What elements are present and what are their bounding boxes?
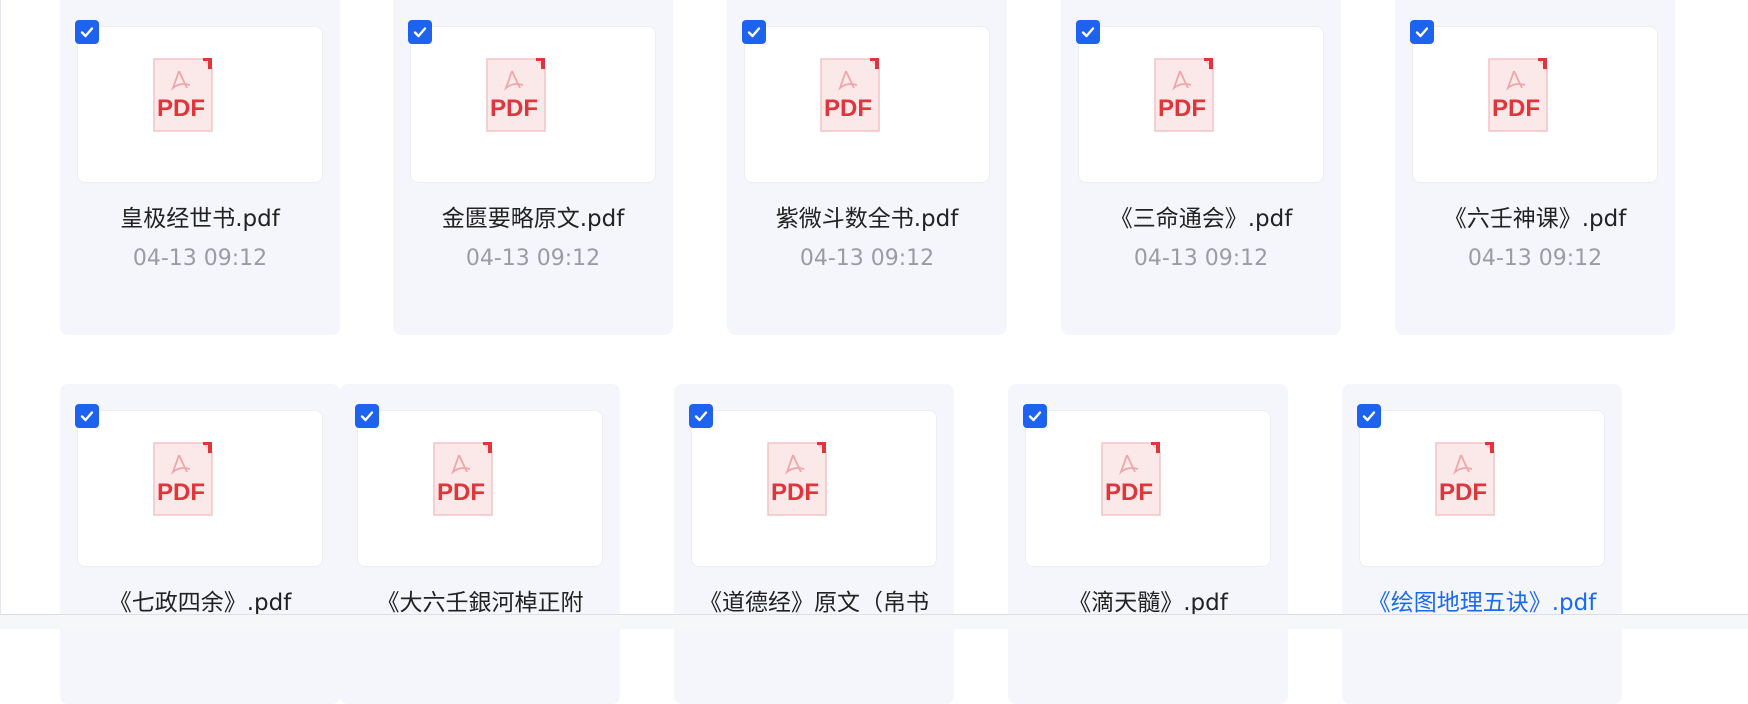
pdf-file-icon: PDF [767, 442, 827, 516]
pdf-file-icon: PDF [1488, 58, 1548, 132]
file-checkbox[interactable] [75, 404, 99, 428]
file-checkbox[interactable] [355, 404, 379, 428]
file-grid-row-1: PDF 皇极经世书.pdf 04-13 09:12 PDF 金匮要略原文.pdf… [0, 0, 1748, 335]
pdf-file-icon: PDF [153, 442, 213, 516]
svg-text:PDF: PDF [771, 479, 819, 506]
checkmark-icon [1362, 411, 1376, 422]
file-card[interactable]: PDF 《滴天髓》.pdf [1008, 384, 1288, 704]
file-name[interactable]: 皇极经世书.pdf [60, 199, 340, 233]
checkmark-icon [747, 27, 761, 38]
file-checkbox[interactable] [1023, 404, 1047, 428]
file-name[interactable]: 《七政四余》.pdf [60, 583, 340, 617]
file-name[interactable]: 《绘图地理五诀》.pdf [1342, 583, 1622, 617]
file-checkbox[interactable] [75, 20, 99, 44]
file-checkbox[interactable] [1410, 20, 1434, 44]
file-checkbox[interactable] [689, 404, 713, 428]
file-card[interactable]: PDF 《绘图地理五诀》.pdf [1342, 384, 1622, 704]
pdf-file-icon: PDF [433, 442, 493, 516]
file-name[interactable]: 《道德经》原文（帛书 [674, 583, 954, 617]
file-card[interactable]: PDF 紫微斗数全书.pdf 04-13 09:12 [727, 0, 1007, 335]
file-name[interactable]: 《三命通会》.pdf [1061, 199, 1341, 233]
pdf-file-icon: PDF [1435, 442, 1495, 516]
file-card[interactable]: PDF 《六壬神课》.pdf 04-13 09:12 [1395, 0, 1675, 335]
checkmark-icon [1028, 411, 1042, 422]
checkmark-icon [80, 411, 94, 422]
file-name[interactable]: 《滴天髓》.pdf [1008, 583, 1288, 617]
svg-text:PDF: PDF [157, 479, 205, 506]
file-card[interactable]: PDF 金匮要略原文.pdf 04-13 09:12 [393, 0, 673, 335]
pdf-file-icon: PDF [820, 58, 880, 132]
file-card[interactable]: PDF 《大六壬銀河棹正附 [340, 384, 620, 704]
file-checkbox[interactable] [1076, 20, 1100, 44]
checkmark-icon [360, 411, 374, 422]
bottom-bar [0, 614, 1748, 629]
file-name[interactable]: 紫微斗数全书.pdf [727, 199, 1007, 233]
pdf-file-icon: PDF [153, 58, 213, 132]
file-card[interactable]: PDF 皇极经世书.pdf 04-13 09:12 [60, 0, 340, 335]
svg-text:PDF: PDF [824, 95, 872, 122]
file-name[interactable]: 《六壬神课》.pdf [1395, 199, 1675, 233]
checkmark-icon [1081, 27, 1095, 38]
svg-text:PDF: PDF [1439, 479, 1487, 506]
checkmark-icon [694, 411, 708, 422]
file-name[interactable]: 金匮要略原文.pdf [393, 199, 673, 233]
file-card[interactable]: PDF 《三命通会》.pdf 04-13 09:12 [1061, 0, 1341, 335]
svg-text:PDF: PDF [1158, 95, 1206, 122]
file-date: 04-13 09:12 [1133, 246, 1269, 271]
pdf-file-icon: PDF [1101, 442, 1161, 516]
file-grid-row-2: PDF 《七政四余》.pdf PDF 《大六壬銀河棹正附 PDF 《道德经》原文… [0, 384, 1748, 704]
file-date: 04-13 09:12 [799, 246, 935, 271]
svg-text:PDF: PDF [490, 95, 538, 122]
checkmark-icon [80, 27, 94, 38]
file-date: 04-13 09:12 [1467, 246, 1603, 271]
svg-text:PDF: PDF [437, 479, 485, 506]
pdf-file-icon: PDF [1154, 58, 1214, 132]
file-checkbox[interactable] [408, 20, 432, 44]
svg-text:PDF: PDF [1105, 479, 1153, 506]
file-name[interactable]: 《大六壬銀河棹正附 [340, 583, 620, 617]
pdf-file-icon: PDF [486, 58, 546, 132]
checkmark-icon [413, 27, 427, 38]
svg-text:PDF: PDF [157, 95, 205, 122]
file-checkbox[interactable] [1357, 404, 1381, 428]
file-card[interactable]: PDF 《道德经》原文（帛书 [674, 384, 954, 704]
file-checkbox[interactable] [742, 20, 766, 44]
file-date: 04-13 09:12 [132, 246, 268, 271]
svg-text:PDF: PDF [1492, 95, 1540, 122]
file-card[interactable]: PDF 《七政四余》.pdf [60, 384, 340, 704]
file-date: 04-13 09:12 [465, 246, 601, 271]
checkmark-icon [1415, 27, 1429, 38]
